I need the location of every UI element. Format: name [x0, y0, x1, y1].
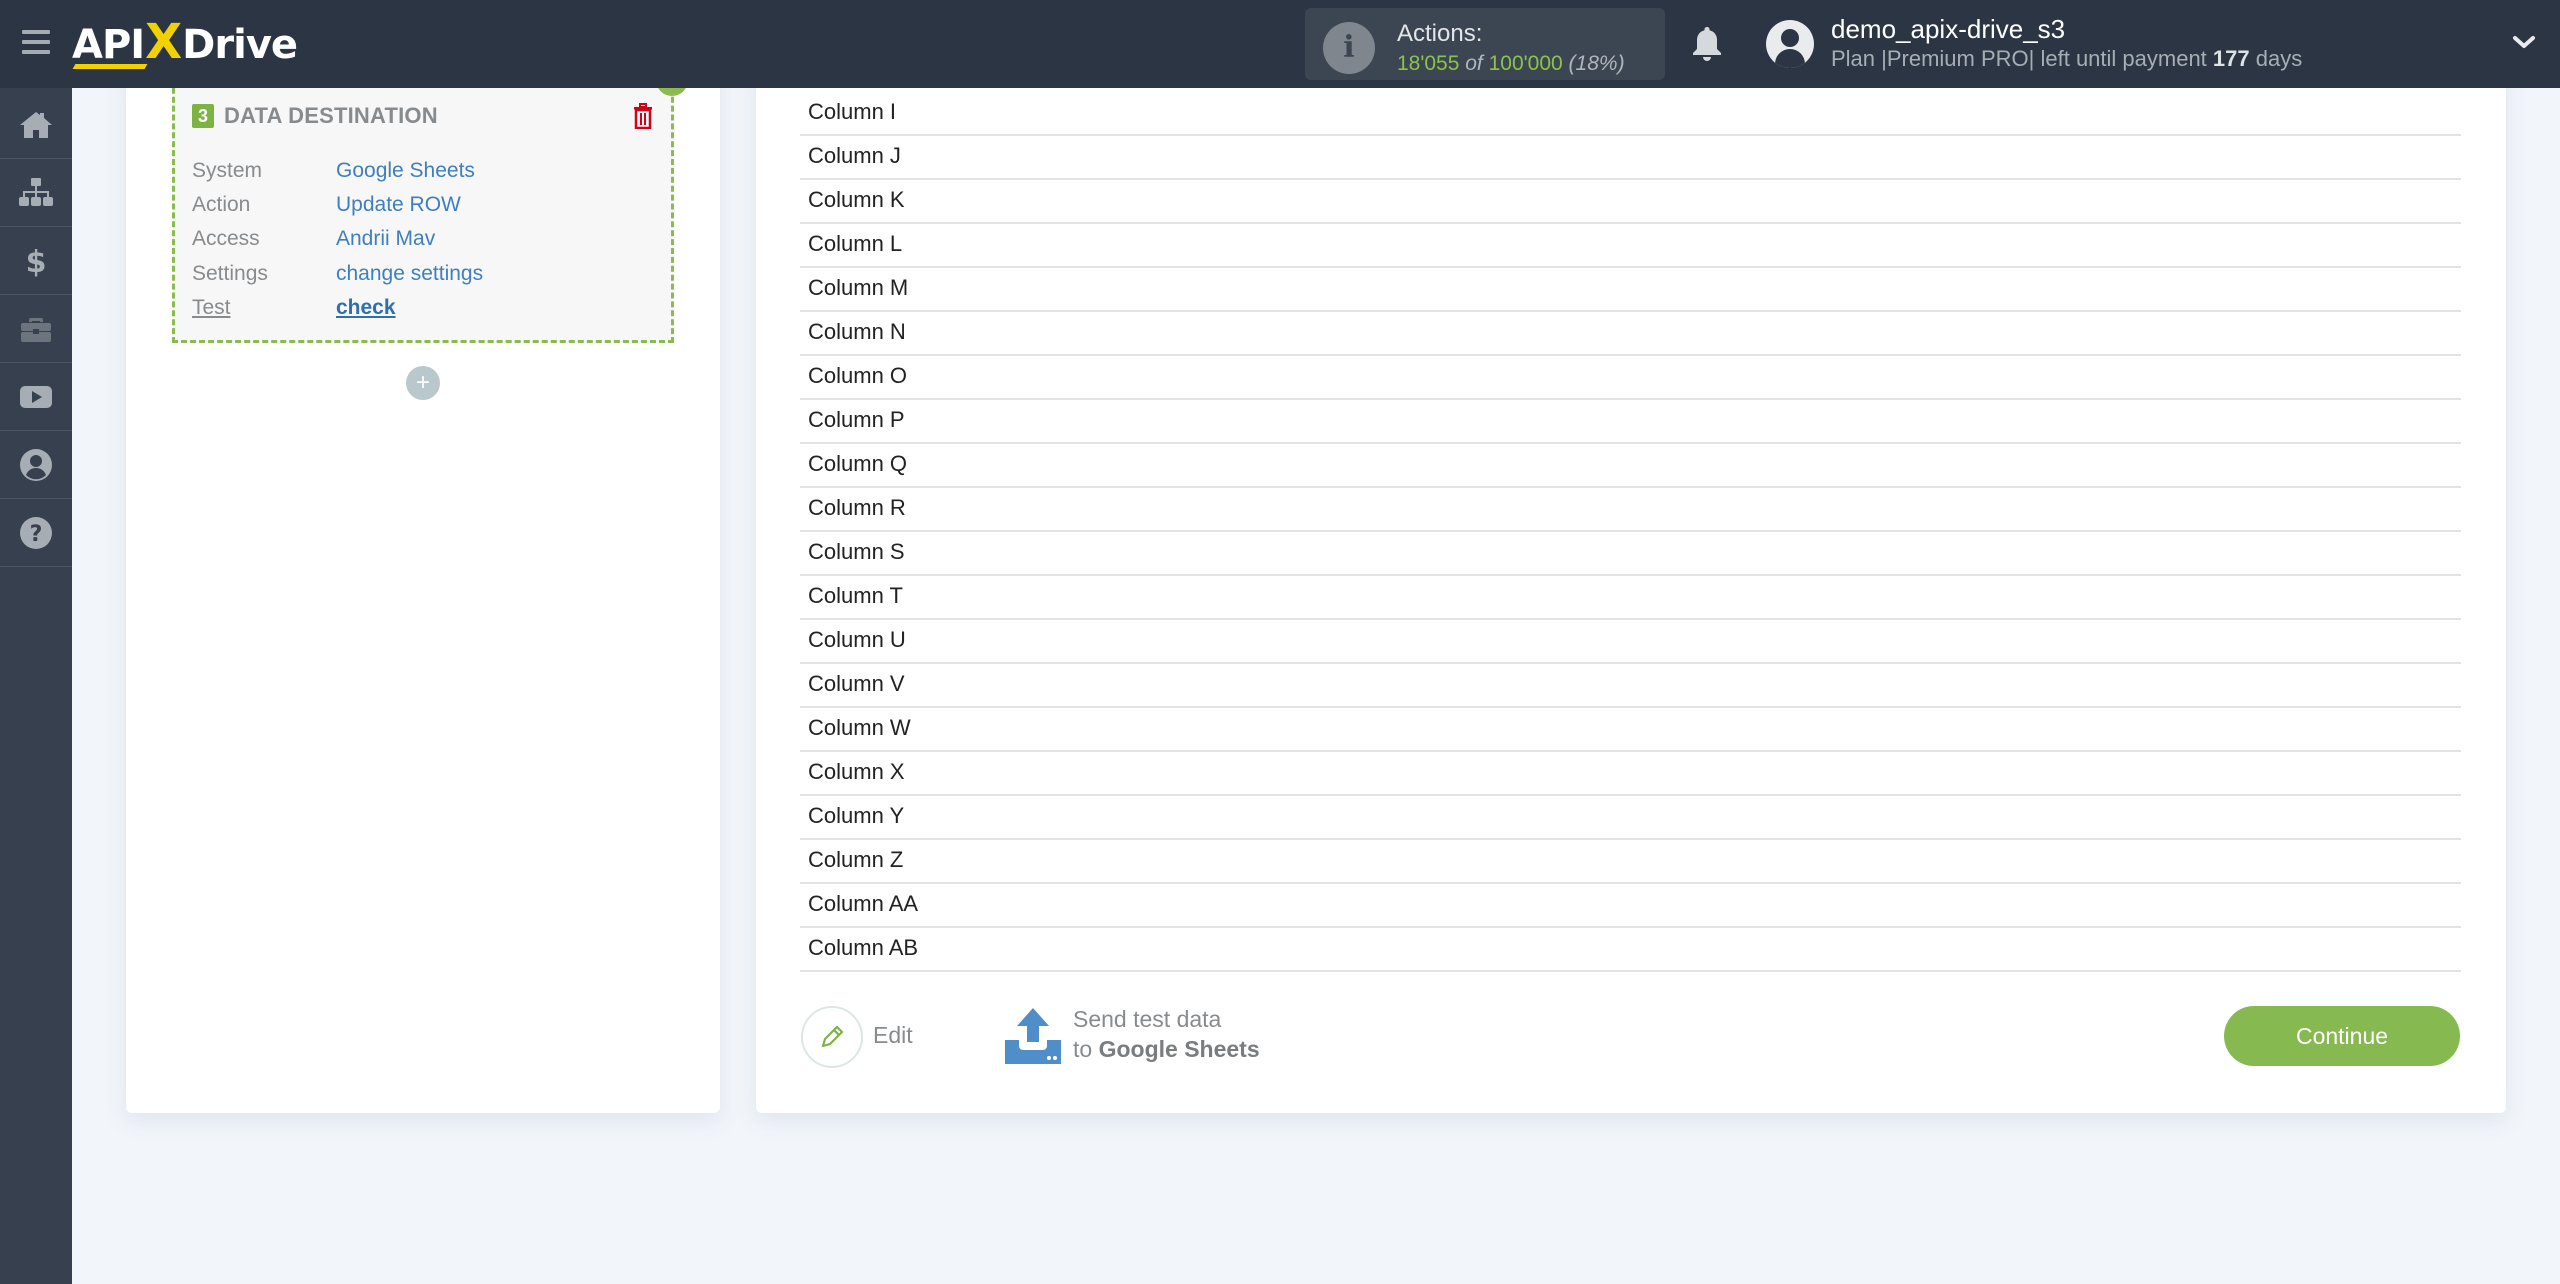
check-link[interactable]: check	[336, 296, 396, 320]
actions-percent: (18%)	[1568, 52, 1625, 75]
top-header: APIXDrive i Actions: 18'055 of 100'000 (…	[0, 0, 2560, 88]
column-row: Column M	[800, 268, 2461, 312]
destination-header: 3 DATA DESTINATION	[192, 103, 438, 129]
bell-icon[interactable]	[1690, 24, 1724, 64]
column-row: Column J	[800, 136, 2461, 180]
sidebar: $ ?	[0, 88, 72, 1284]
sidebar-item-videos[interactable]	[0, 363, 72, 431]
actions-total: 100'000	[1488, 52, 1563, 75]
field-value-system[interactable]: Google Sheets	[336, 159, 475, 183]
column-row: Column R	[800, 488, 2461, 532]
sidebar-item-billing[interactable]: $	[0, 227, 72, 295]
change-settings-link[interactable]: change settings	[336, 262, 483, 286]
send-target: Google Sheets	[1098, 1036, 1260, 1062]
column-row: Column Q	[800, 444, 2461, 488]
sidebar-item-connections[interactable]	[0, 159, 72, 227]
user-plan: Plan |Premium PRO| left until payment 17…	[1831, 46, 2302, 72]
field-value-access[interactable]: Andrii Mav	[336, 227, 435, 251]
column-row: Column W	[800, 708, 2461, 752]
chevron-down-icon[interactable]	[2512, 30, 2536, 54]
field-label-settings: Settings	[192, 262, 268, 285]
actions-used: 18'055	[1397, 52, 1460, 75]
days-left: 177	[2212, 46, 2250, 71]
edit-label[interactable]: Edit	[873, 1022, 913, 1049]
upload-icon	[1005, 1008, 1061, 1064]
sitemap-icon	[19, 177, 53, 206]
column-row: Column O	[800, 356, 2461, 400]
actions-of: of	[1465, 52, 1483, 75]
send-test-data-button[interactable]: Send test data to Google Sheets	[1003, 1006, 1303, 1068]
trash-icon[interactable]	[632, 103, 654, 129]
svg-text:?: ?	[30, 522, 43, 547]
home-icon	[20, 111, 52, 138]
column-row: Column P	[800, 400, 2461, 444]
actions-label: Actions:	[1397, 20, 1483, 47]
column-list: Column I Column J Column K Column L Column M…	[800, 92, 2461, 972]
column-row: Column U	[800, 620, 2461, 664]
field-label-access: Access	[192, 227, 260, 250]
logo-x: X	[145, 14, 182, 70]
send-to: to	[1073, 1036, 1093, 1062]
help-icon: ?	[20, 516, 52, 549]
column-row: Column N	[800, 312, 2461, 356]
youtube-icon	[20, 385, 52, 408]
add-step-button[interactable]: +	[406, 366, 440, 400]
column-row: Column T	[800, 576, 2461, 620]
column-row: Column AA	[800, 884, 2461, 928]
sidebar-item-profile[interactable]	[0, 431, 72, 499]
actions-value: 18'055 of 100'000 (18%)	[1397, 52, 1625, 76]
step-number-badge: 3	[192, 104, 214, 128]
column-row: Column S	[800, 532, 2461, 576]
days-suffix: days	[2255, 46, 2303, 71]
column-row: Column AB	[800, 928, 2461, 972]
sidebar-item-help[interactable]: ?	[0, 499, 72, 567]
send-test-line1: Send test data	[1073, 1006, 1222, 1032]
actions-counter: i Actions: 18'055 of 100'000 (18%)	[1305, 8, 1665, 80]
edit-button[interactable]	[801, 1006, 863, 1068]
briefcase-icon	[21, 317, 51, 342]
column-row: Column X	[800, 752, 2461, 796]
menu-toggle-icon[interactable]	[22, 30, 50, 54]
send-test-line2: to Google Sheets	[1073, 1036, 1260, 1063]
user-avatar[interactable]	[1766, 20, 1814, 68]
column-row: Column K	[800, 180, 2461, 224]
field-label-action: Action	[192, 193, 251, 216]
field-label-system: System	[192, 159, 263, 182]
sidebar-item-tools[interactable]	[0, 295, 72, 363]
logo-api: API	[72, 22, 145, 68]
user-icon	[20, 448, 52, 481]
pencil-icon	[821, 1025, 844, 1048]
destination-title: DATA DESTINATION	[224, 103, 438, 128]
field-label-test[interactable]: Test	[192, 296, 231, 320]
column-row: Column V	[800, 664, 2461, 708]
column-row: Column I	[800, 92, 2461, 136]
svg-text:$: $	[26, 245, 47, 279]
field-value-action[interactable]: Update ROW	[336, 193, 461, 217]
column-row: Column L	[800, 224, 2461, 268]
logo-underline	[72, 64, 148, 69]
dollar-icon: $	[26, 245, 47, 279]
column-row: Column Z	[800, 840, 2461, 884]
continue-button[interactable]: Continue	[2224, 1006, 2460, 1066]
column-row: Column Y	[800, 796, 2461, 840]
user-name[interactable]: demo_apix-drive_s3	[1831, 14, 2065, 45]
plan-text: Plan |Premium PRO| left until payment	[1831, 46, 2207, 71]
info-icon: i	[1323, 22, 1375, 74]
apix-drive-logo[interactable]: APIXDrive	[72, 12, 298, 72]
logo-drive: Drive	[182, 22, 298, 68]
sidebar-item-home[interactable]	[0, 91, 72, 159]
